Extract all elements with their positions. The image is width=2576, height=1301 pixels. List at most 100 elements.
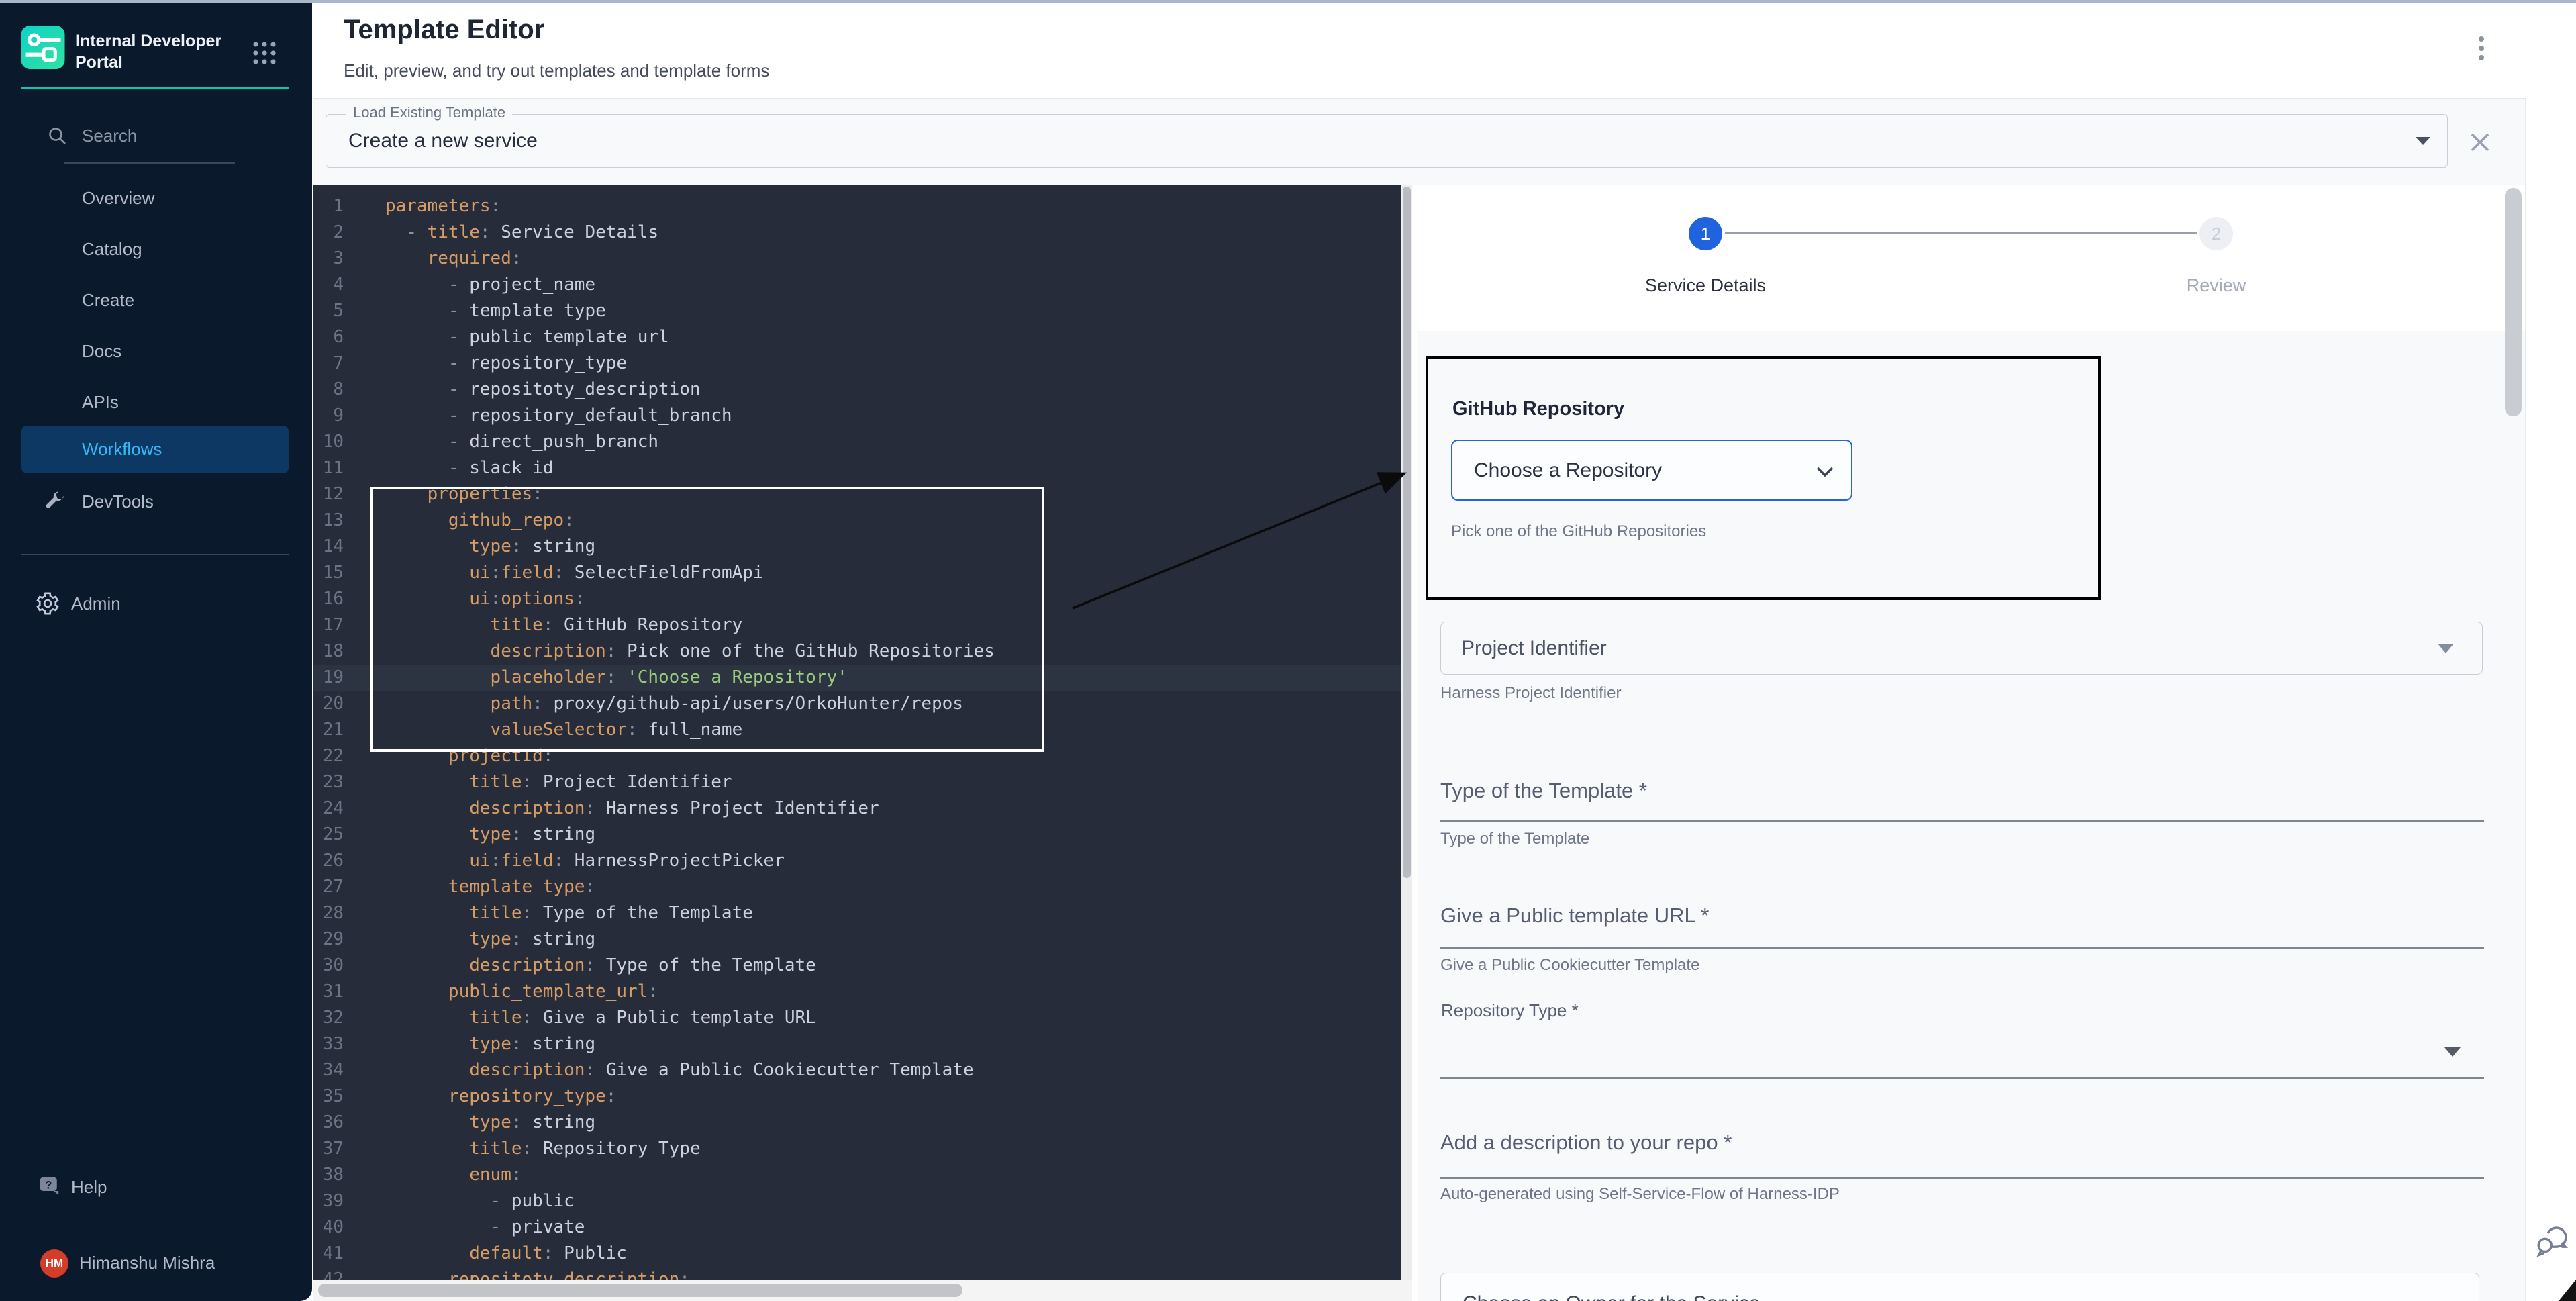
template-type-underline <box>1440 820 2484 822</box>
chevron-down-icon <box>1816 467 1834 477</box>
sidebar-item-docs[interactable]: Docs <box>21 332 289 370</box>
search-placeholder: Search <box>21 126 137 146</box>
search-input[interactable]: Search <box>21 117 289 154</box>
load-template-row: Load Existing Template Create a new serv… <box>313 99 2525 185</box>
editor-horizontal-scrollbar-thumb[interactable] <box>318 1284 962 1297</box>
code-line: 34 description: Give a Public Cookiecutt… <box>313 1057 1401 1083</box>
code-line: 42 repositoty_description: <box>313 1267 1401 1280</box>
code-line: 40 - private <box>313 1214 1401 1241</box>
search-icon <box>47 126 68 147</box>
code-line: 26 ui:field: HarnessProjectPicker <box>313 848 1401 874</box>
load-template-select[interactable] <box>326 114 2448 168</box>
service-owner-select[interactable]: Choose an Owner for the Service <box>1440 1273 2479 1301</box>
close-icon[interactable] <box>2469 131 2494 156</box>
code-line: 25 type: string <box>313 822 1401 848</box>
panel-right-border <box>2525 98 2526 1301</box>
step-1-circle[interactable]: 1 <box>1689 217 1722 250</box>
code-line: 35 repository_type: <box>313 1083 1401 1110</box>
sidebar: Internal Developer Portal Search Overvie… <box>0 3 312 1301</box>
repo-description-underline <box>1440 1177 2484 1179</box>
sidebar-item-overview[interactable]: Overview <box>21 179 289 217</box>
code-line: 7 - repository_type <box>313 350 1401 377</box>
help-chat-icon: ? <box>38 1175 62 1199</box>
code-line: 1parameters: <box>313 193 1401 220</box>
dropdown-caret-icon <box>2416 137 2430 145</box>
gear-icon <box>35 591 60 616</box>
repo-description-field[interactable]: Add a description to your repo * <box>1440 1130 1732 1155</box>
public-template-url-helper: Give a Public Cookiecutter Template <box>1440 956 1699 975</box>
help-button[interactable]: ? Help <box>21 1168 289 1206</box>
sidebar-item-catalog[interactable]: Catalog <box>21 230 289 268</box>
code-line: 11 - slack_id <box>313 455 1401 481</box>
repository-type-underline <box>1440 1077 2484 1079</box>
sidebar-item-admin[interactable]: Admin <box>21 585 289 622</box>
code-line: 37 title: Repository Type <box>313 1136 1401 1162</box>
code-line: 6 - public_template_url <box>313 324 1401 350</box>
wrench-icon <box>43 490 66 513</box>
sidebar-item-apis[interactable]: APIs <box>21 383 289 421</box>
code-line: 24 description: Harness Project Identifi… <box>313 796 1401 822</box>
project-identifier-select[interactable]: Project Identifier <box>1440 622 2483 675</box>
sidebar-divider <box>21 554 289 555</box>
code-line: 28 title: Type of the Template <box>313 900 1401 926</box>
sidebar-item-devtools[interactable]: DevTools <box>21 483 289 520</box>
github-repository-select[interactable]: Choose a Repository <box>1451 440 1852 501</box>
form-preview-panel: 1 2 Service Details Review GitHub Reposi… <box>1412 185 2525 1301</box>
github-repository-helper: Pick one of the GitHub Repositories <box>1451 522 1706 541</box>
code-line: 4 - project_name <box>313 272 1401 298</box>
code-line: 39 - public <box>313 1188 1401 1214</box>
code-line: 38 enum: <box>313 1162 1401 1188</box>
load-template-value: Create a new service <box>348 114 538 168</box>
public-template-url-underline <box>1440 947 2484 949</box>
stepper-background <box>1412 185 2525 331</box>
template-type-helper: Type of the Template <box>1440 830 1589 849</box>
page-subtitle: Edit, preview, and try out templates and… <box>344 60 769 81</box>
code-line: 41 default: Public <box>313 1241 1401 1267</box>
svg-text:?: ? <box>45 1178 52 1191</box>
repository-type-select[interactable]: Repository Type * <box>1441 1000 1579 1021</box>
sidebar-item-workflows[interactable]: Workflows <box>21 426 289 473</box>
dropdown-caret-icon <box>2438 644 2454 653</box>
code-line: 31 public_template_url: <box>313 979 1401 1005</box>
dropdown-caret-icon <box>2444 1047 2461 1057</box>
template-type-field[interactable]: Type of the Template * <box>1440 779 1647 803</box>
code-line: 33 type: string <box>313 1031 1401 1057</box>
form-panel-scrollbar-thumb[interactable] <box>2505 188 2522 416</box>
code-line: 32 title: Give a Public template URL <box>313 1005 1401 1031</box>
mouse-cursor <box>2559 1280 2576 1301</box>
app-grid-icon[interactable] <box>251 40 278 66</box>
github-repository-label: GitHub Repository <box>1452 398 1624 420</box>
code-line: 2 - title: Service Details <box>313 220 1401 246</box>
code-line: 36 type: string <box>313 1110 1401 1136</box>
page-title: Template Editor <box>344 15 544 45</box>
step-2-label: Review <box>2082 275 2350 296</box>
chat-widget-icon[interactable] <box>2534 1222 2571 1258</box>
sidebar-item-create[interactable]: Create <box>21 281 289 319</box>
app-title: Internal Developer Portal <box>75 30 250 73</box>
public-template-url-field[interactable]: Give a Public template URL * <box>1440 904 1709 928</box>
code-line: 3 required: <box>313 246 1401 272</box>
step-2-circle[interactable]: 2 <box>2199 217 2233 250</box>
form-annotation-box: GitHub Repository Choose a Repository Pi… <box>1426 356 2101 600</box>
stepper-connector <box>1725 232 2197 234</box>
code-line: 8 - repositoty_description <box>313 377 1401 403</box>
editor-vertical-scrollbar-thumb[interactable] <box>1403 187 1411 878</box>
avatar: HM <box>40 1249 68 1278</box>
project-identifier-helper: Harness Project Identifier <box>1440 684 1621 703</box>
code-line: 5 - template_type <box>313 298 1401 324</box>
code-line: 23 title: Project Identifier <box>313 769 1401 796</box>
top-window-strip <box>0 0 2576 3</box>
code-annotation-box <box>370 487 1044 752</box>
yaml-code-editor[interactable]: 1parameters:2 - title: Service Details3 … <box>313 185 1401 1280</box>
code-line: 10 - direct_push_branch <box>313 429 1401 455</box>
search-divider <box>64 162 235 164</box>
app-logo-icon <box>21 26 65 69</box>
user-menu[interactable]: HM Himanshu Mishra <box>21 1243 289 1283</box>
code-line: 9 - repository_default_branch <box>313 403 1401 429</box>
kebab-menu-icon[interactable] <box>2471 32 2491 64</box>
sidebar-accent-line <box>21 87 289 89</box>
code-line: 30 description: Type of the Template <box>313 953 1401 979</box>
code-line: 27 template_type: <box>313 874 1401 900</box>
code-line: 29 type: string <box>313 926 1401 953</box>
template-editor-page: Internal Developer Portal Search Overvie… <box>0 0 2576 1301</box>
